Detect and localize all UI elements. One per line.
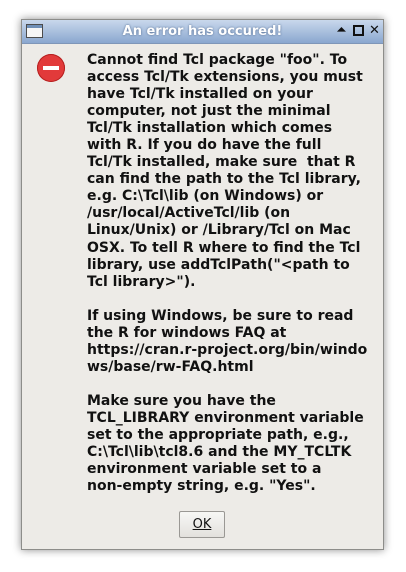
- error-icon: [37, 54, 65, 82]
- shade-icon: ⏶: [336, 23, 347, 38]
- shade-button[interactable]: ⏶: [334, 23, 349, 39]
- close-button[interactable]: ✕: [367, 23, 382, 39]
- close-icon: ✕: [369, 23, 380, 38]
- error-dialog-window: An error has occured! ⏶ ✕ Cannot find Tc…: [21, 19, 384, 550]
- title-bar[interactable]: An error has occured! ⏶ ✕: [22, 20, 383, 44]
- maximize-icon: [353, 25, 364, 36]
- error-message: Cannot find Tcl package "foo". To access…: [87, 52, 368, 495]
- ok-button[interactable]: OK: [179, 511, 225, 538]
- window-title: An error has occured!: [122, 24, 283, 39]
- maximize-button[interactable]: [351, 23, 366, 39]
